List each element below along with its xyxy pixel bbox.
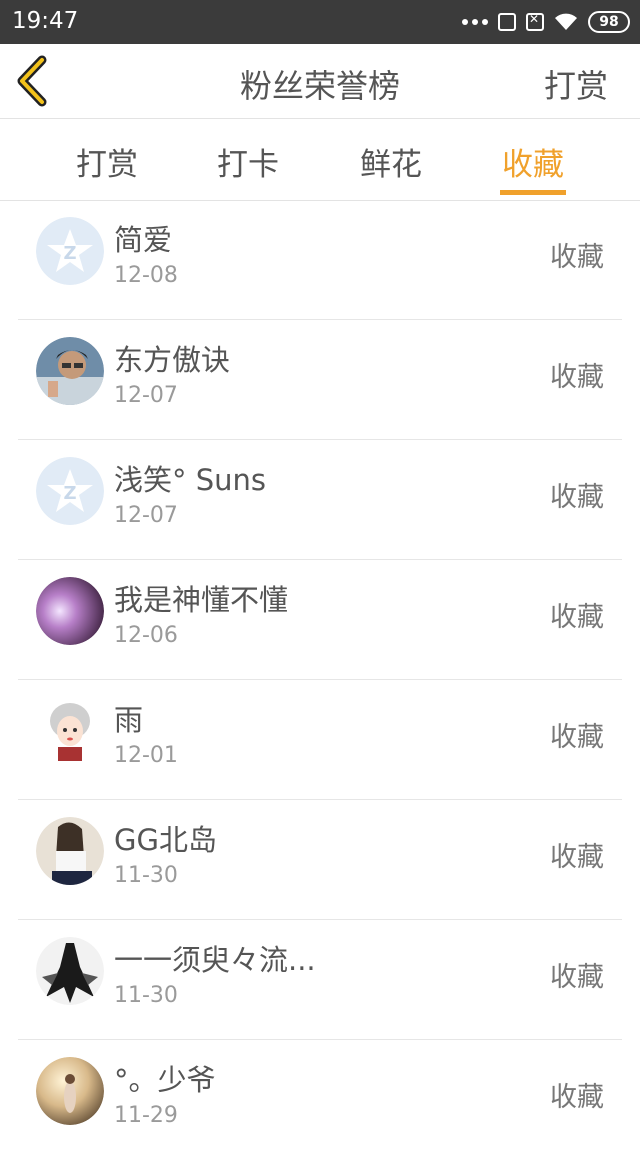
- battery-icon: 98: [588, 11, 630, 33]
- user-photo-icon: [36, 697, 104, 765]
- list-item[interactable]: 我是神懂不懂 12-06 收藏: [18, 561, 622, 680]
- fan-name: 浅笑° Suns: [114, 463, 266, 497]
- fan-name: GG北岛: [114, 823, 217, 857]
- avatar: [36, 1057, 104, 1125]
- avatar: [36, 337, 104, 405]
- fan-name: 东方傲诀: [114, 343, 231, 377]
- fan-date: 12-01: [114, 743, 178, 768]
- fan-action: 收藏: [550, 722, 604, 753]
- status-time: 19:47: [12, 8, 79, 34]
- avatar: [36, 937, 104, 1005]
- fan-action: 收藏: [550, 962, 604, 993]
- fan-action: 收藏: [550, 362, 604, 393]
- default-q-avatar-icon: Z: [36, 217, 104, 285]
- tab-reward[interactable]: 打赏: [47, 139, 167, 184]
- fan-name: 一一须臾々流...: [114, 943, 316, 977]
- active-tab-indicator: [500, 190, 566, 195]
- more-notifications-icon: [462, 19, 488, 25]
- svg-text:Z: Z: [63, 243, 76, 264]
- list-item[interactable]: 雨 12-01 收藏: [18, 681, 622, 800]
- user-photo-icon: [36, 817, 104, 885]
- fan-action: 收藏: [550, 1082, 604, 1113]
- avatar: Z: [36, 457, 104, 525]
- avatar: Z: [36, 217, 104, 285]
- fan-date: 12-07: [114, 503, 178, 528]
- tab-bar: 打赏 打卡 鲜花 收藏: [0, 119, 640, 201]
- svg-text:Z: Z: [63, 483, 76, 504]
- avatar: [36, 577, 104, 645]
- status-icons: 98: [462, 8, 630, 36]
- list-item[interactable]: Z 浅笑° Suns 12-07 收藏: [18, 441, 622, 560]
- status-bar: 19:47 98: [0, 0, 640, 44]
- fan-action: 收藏: [550, 842, 604, 873]
- reward-button[interactable]: 打赏: [544, 61, 608, 107]
- user-photo-icon: [36, 577, 104, 645]
- fan-name: 雨: [114, 703, 144, 737]
- user-photo-icon: [36, 937, 104, 1005]
- fan-action: 收藏: [550, 602, 604, 633]
- avatar: [36, 697, 104, 765]
- user-photo-icon: [36, 1057, 104, 1125]
- screen-rotate-icon: [498, 13, 516, 31]
- list-item[interactable]: °。少爷 11-29 收藏: [18, 1041, 622, 1160]
- tab-checkin[interactable]: 打卡: [188, 139, 308, 184]
- tab-favorites[interactable]: 收藏: [473, 139, 593, 184]
- fan-name: 简爱: [114, 223, 173, 257]
- wifi-icon: [555, 13, 577, 30]
- avatar: [36, 817, 104, 885]
- list-item[interactable]: 一一须臾々流... 11-30 收藏: [18, 921, 622, 1040]
- fan-date: 12-07: [114, 383, 178, 408]
- fan-name: °。少爷: [114, 1063, 216, 1097]
- list-item[interactable]: Z 简爱 12-08 收藏: [18, 201, 622, 320]
- fan-action: 收藏: [550, 242, 604, 273]
- no-sim-icon: [526, 12, 544, 31]
- fan-date: 11-30: [114, 983, 178, 1008]
- list-item[interactable]: 东方傲诀 12-07 收藏: [18, 321, 622, 440]
- fan-name: 我是神懂不懂: [114, 583, 289, 617]
- fan-date: 11-29: [114, 1103, 178, 1128]
- default-q-avatar-icon: Z: [36, 457, 104, 525]
- fan-date: 12-08: [114, 263, 178, 288]
- tab-flowers[interactable]: 鲜花: [331, 139, 451, 184]
- fan-date: 11-30: [114, 863, 178, 888]
- fan-date: 12-06: [114, 623, 178, 648]
- title-bar: 粉丝荣誉榜 打赏: [0, 44, 640, 119]
- list-item[interactable]: GG北岛 11-30 收藏: [18, 801, 622, 920]
- user-photo-icon: [36, 337, 104, 405]
- fan-action: 收藏: [550, 482, 604, 513]
